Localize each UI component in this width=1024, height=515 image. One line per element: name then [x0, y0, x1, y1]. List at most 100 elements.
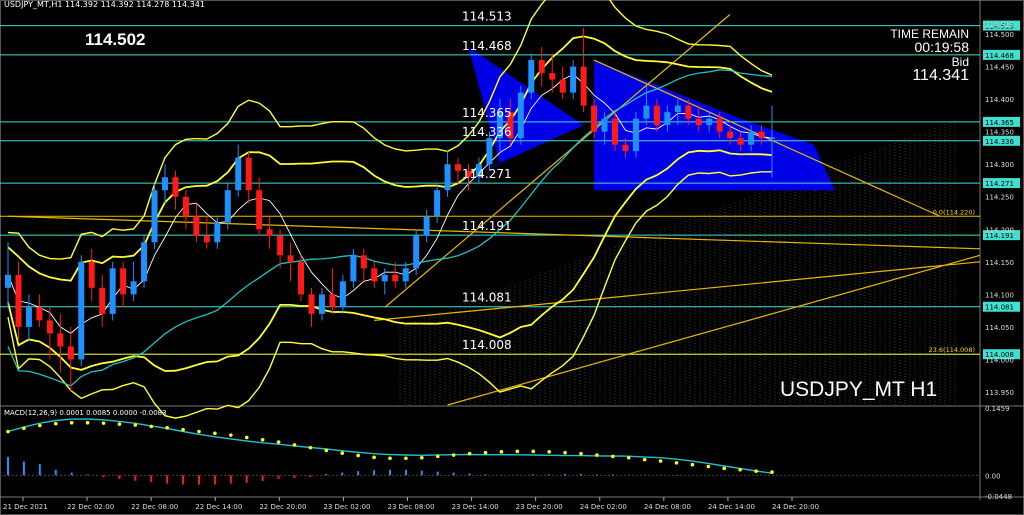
price-level-label: 114.191 — [462, 219, 512, 233]
price-axis-tick: 114.500 — [985, 31, 1014, 39]
macd-signal-dot — [754, 469, 758, 473]
candle-body — [538, 60, 545, 74]
time-axis-tick: 24 Dec 20:00 — [772, 503, 819, 511]
macd-signal-dot — [483, 450, 488, 455]
price-axis-tick: 114.300 — [985, 161, 1014, 169]
candle-body — [350, 255, 357, 282]
macd-signal-dot — [706, 464, 711, 469]
candle-body — [130, 281, 137, 295]
time-axis-tick: 22 Dec 08:00 — [131, 503, 178, 511]
macd-signal-dot — [499, 449, 504, 454]
candle-body — [339, 281, 346, 308]
time-axis-tick: 24 Dec 08:00 — [644, 503, 691, 511]
candle-body — [601, 118, 608, 132]
chart-canvas[interactable]: 114.513 114.468 114.365 114.336 114.271 114.1… — [0, 0, 1024, 515]
bollinger-band-line — [7, 171, 772, 419]
macd-signal-dot — [515, 449, 520, 454]
candle-body — [402, 268, 409, 282]
candle-body — [5, 274, 11, 288]
candle-body — [15, 274, 22, 327]
macd-signal-dot — [722, 466, 727, 471]
price-axis-tick: 114.515 — [985, 21, 1014, 29]
candle-body — [214, 222, 221, 243]
candle-body — [444, 164, 451, 191]
candle-body — [517, 92, 524, 139]
candle-body — [99, 287, 106, 314]
macd-signal-dot — [101, 421, 106, 425]
macd-axis-tick: -0.0448 — [985, 493, 1012, 501]
price-axis-tick: 114.250 — [985, 194, 1014, 202]
macd-signal-dot — [563, 450, 567, 455]
candle-body — [455, 164, 462, 171]
macd-label: MACD(12,26,9) 0.0001 0.0085 0.0000 -0.00… — [4, 409, 167, 417]
candle-body — [36, 307, 43, 321]
candle-body — [224, 190, 231, 223]
candle-body — [266, 229, 273, 236]
macd-signal-dot — [547, 449, 551, 454]
candle-body — [235, 157, 242, 191]
candle-body — [423, 216, 430, 236]
macd-signal-dot — [626, 455, 631, 460]
macd-signal-dot — [340, 451, 345, 455]
macd-signal-dot — [372, 455, 376, 460]
time-axis-tick: 23 Dec 02:00 — [323, 503, 370, 511]
price-level-label: 114.271 — [462, 167, 512, 181]
macd-signal-dot — [276, 440, 281, 444]
macd-signal-dot — [244, 435, 249, 440]
macd-signal-dot — [6, 429, 10, 434]
macd-signal-dot — [181, 427, 185, 432]
candle-body — [674, 105, 681, 113]
price-axis-tick: 114.200 — [985, 226, 1014, 234]
current-price-large: 114.502 — [85, 30, 146, 49]
macd-signal-dot — [213, 431, 217, 436]
price-axis-tick: 114.450 — [985, 64, 1014, 72]
price-axis-tick: 114.050 — [985, 324, 1014, 332]
candle-body — [632, 118, 639, 152]
macd-signal-dot — [260, 437, 265, 442]
price-level-label: 114.468 — [462, 39, 512, 53]
candle-body — [643, 105, 650, 119]
chart-header-info: USDJPY_MT,H1 114.392 114.392 114.278 114… — [4, 0, 205, 9]
candle-body — [161, 177, 168, 191]
macd-signal-dot — [133, 423, 138, 427]
candle-body — [277, 235, 284, 256]
price-axis-tick: 114.350 — [985, 129, 1014, 137]
axis-price-tag-text: 114.468 — [985, 52, 1014, 60]
price-level-label: 114.336 — [462, 125, 512, 139]
candle-body — [120, 268, 127, 295]
time-axis-tick: 23 Dec 20:00 — [516, 503, 563, 511]
candle-body — [203, 235, 210, 243]
candle-body — [318, 294, 325, 314]
time-axis-tick: 22 Dec 14:00 — [195, 503, 242, 511]
candle-body — [193, 216, 200, 236]
macd-signal-dot — [435, 454, 440, 459]
candle-body — [716, 118, 723, 132]
candle-body — [570, 66, 577, 93]
candle-body — [591, 105, 598, 132]
fib-level-label: 0.0(114.220) — [933, 208, 975, 216]
candle-body — [434, 190, 441, 217]
macd-signal-dot — [770, 470, 774, 474]
candle-body — [360, 255, 367, 269]
candle-body — [748, 131, 755, 145]
candle-body — [245, 157, 252, 191]
axis-price-tag-text: 114.365 — [985, 119, 1014, 127]
time-axis-tick: 22 Dec 20:00 — [259, 503, 306, 511]
candle-body — [528, 60, 535, 93]
candle-body — [549, 73, 556, 80]
macd-signal-dot — [451, 453, 456, 457]
price-axis-tick: 114.400 — [985, 96, 1014, 104]
axis-price-tag-text: 114.081 — [985, 304, 1014, 312]
bid-value: 114.341 — [912, 67, 969, 84]
candle-body — [57, 333, 64, 347]
price-level-label: 114.365 — [462, 106, 512, 120]
macd-signal-dot — [149, 424, 154, 429]
candle-body — [298, 261, 305, 295]
macd-signal-dot — [690, 462, 695, 467]
candle-body — [308, 294, 315, 314]
macd-signal-dot — [85, 420, 90, 425]
candle-body — [727, 131, 734, 139]
macd-signal-dot — [611, 454, 615, 459]
candle-body — [109, 268, 116, 314]
candle-body — [559, 79, 566, 93]
